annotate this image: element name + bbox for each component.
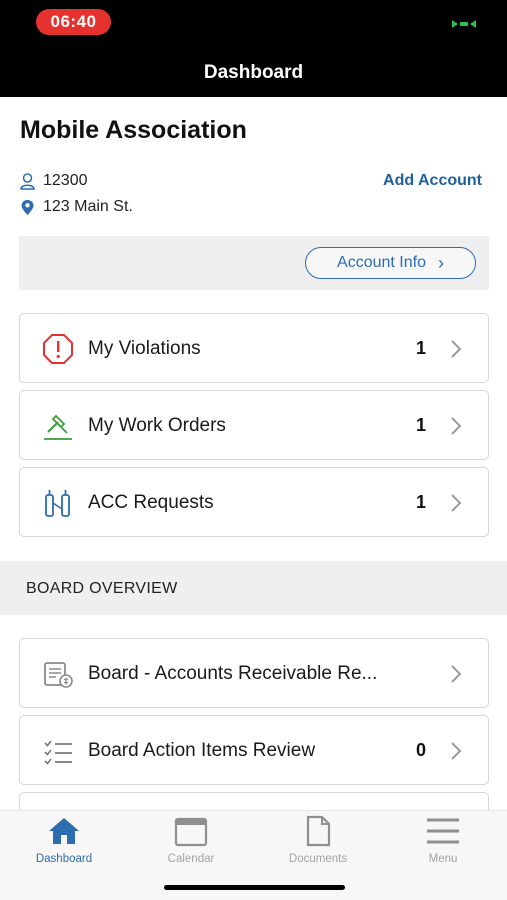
tab-calendar[interactable]: Calendar [141, 815, 241, 865]
card-label: ACC Requests [88, 492, 214, 513]
action-items-card[interactable]: Board Action Items Review 0 [19, 715, 489, 785]
document-icon [306, 815, 331, 847]
card-count: 1 [415, 492, 426, 512]
address-row: 123 Main St. [20, 198, 133, 216]
chevron-right-icon [451, 742, 462, 760]
board-overview-header: BOARD OVERVIEW [0, 561, 507, 615]
tab-label: Menu [428, 853, 458, 865]
building-icon [45, 490, 70, 517]
hammer-icon [44, 414, 72, 440]
accounts-receivable-card[interactable]: Board - Accounts Receivable Re... [19, 638, 489, 708]
acc-requests-card[interactable]: ACC Requests 1 [19, 467, 489, 537]
warning-octagon-icon [43, 334, 73, 364]
menu-icon [427, 818, 459, 844]
account-info-band: Account Info › [19, 236, 489, 290]
account-number-row: 12300 [20, 172, 88, 190]
chevron-right-icon: › [437, 252, 444, 273]
receivable-report-icon [44, 662, 73, 688]
card-label: My Work Orders [88, 415, 226, 436]
account-info-label: Account Info [337, 254, 426, 271]
page-title: Dashboard [203, 62, 304, 83]
top-bar: 06:40 Dashboard [0, 0, 507, 97]
tab-documents[interactable]: Documents [268, 815, 368, 865]
tab-label: Dashboard [35, 853, 93, 865]
address: 123 Main St. [43, 198, 133, 215]
home-icon [49, 818, 79, 844]
location-pin-icon [21, 199, 34, 215]
chevron-right-icon [451, 494, 462, 512]
screen-record-icon [452, 20, 476, 28]
status-time: 06:40 [36, 9, 111, 35]
violations-card[interactable]: My Violations 1 [19, 313, 489, 383]
chevron-right-icon [451, 340, 462, 358]
user-icon [20, 172, 35, 190]
work-orders-card[interactable]: My Work Orders 1 [19, 390, 489, 460]
tab-label: Calendar [167, 853, 215, 865]
account-info-button[interactable]: Account Info › [305, 247, 476, 279]
tab-label: Documents [288, 853, 348, 865]
tab-menu[interactable]: Menu [393, 815, 493, 865]
card-count: 1 [415, 415, 426, 435]
chevron-right-icon [451, 665, 462, 683]
checklist-icon [44, 740, 72, 765]
home-indicator [164, 885, 345, 890]
card-count: 1 [415, 338, 426, 358]
add-account-link[interactable]: Add Account [383, 172, 482, 190]
card-label: Board - Accounts Receivable Re... [88, 663, 378, 684]
card-label: My Violations [88, 338, 201, 359]
calendar-icon [174, 817, 208, 847]
account-number: 12300 [43, 172, 88, 189]
tab-dashboard[interactable]: Dashboard [14, 815, 114, 865]
card-label: Board Action Items Review [88, 740, 316, 761]
card-count: 0 [415, 740, 426, 760]
chevron-right-icon [451, 417, 462, 435]
section-title: BOARD OVERVIEW [26, 580, 178, 597]
association-name: Mobile Association [20, 116, 247, 144]
